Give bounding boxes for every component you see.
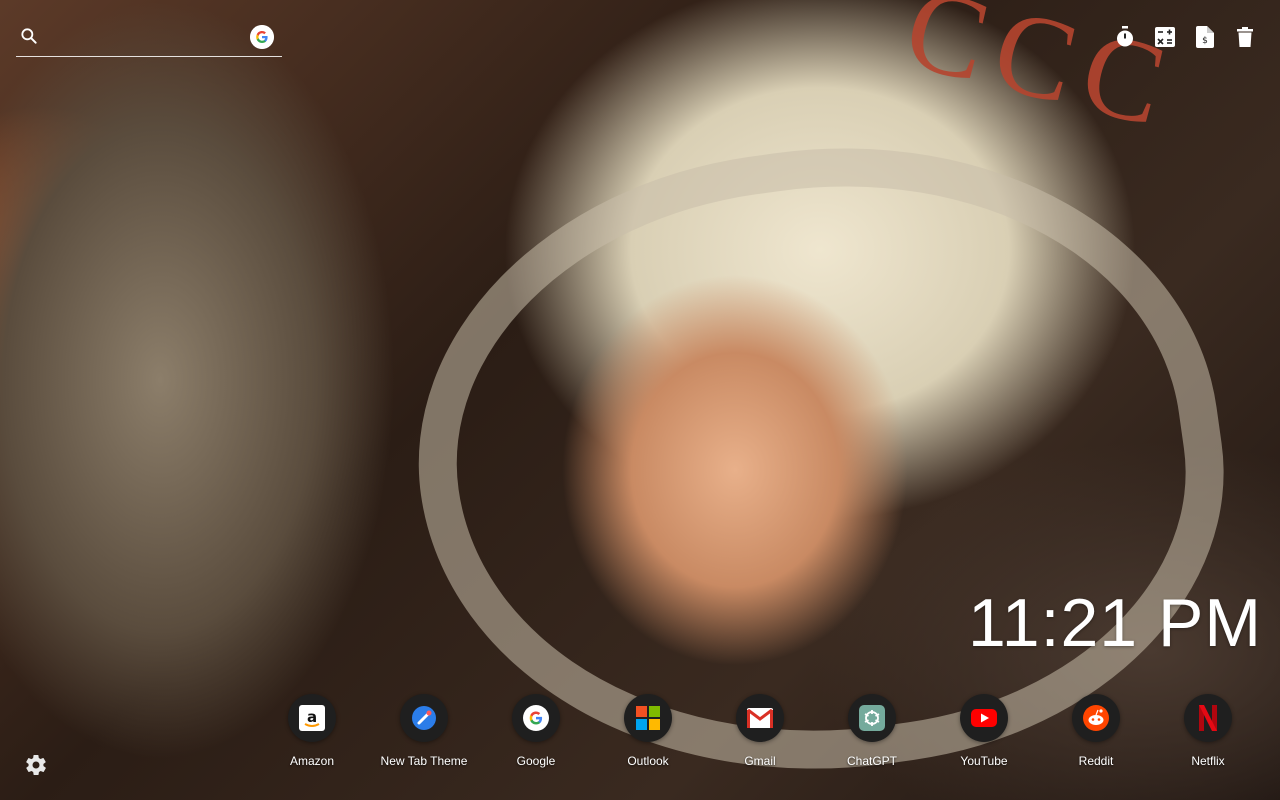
amazon-icon: a bbox=[299, 705, 325, 731]
shortcut-circle bbox=[400, 694, 448, 742]
shortcut-circle: a bbox=[288, 694, 336, 742]
shortcuts-dock: a Amazon New Tab Theme Google Outlook Gm… bbox=[256, 694, 1264, 768]
calculator-button[interactable] bbox=[1154, 24, 1176, 50]
shortcut-label: Gmail bbox=[744, 754, 776, 768]
netflix-icon bbox=[1199, 705, 1217, 731]
microsoft-icon bbox=[636, 706, 660, 730]
youtube-icon bbox=[971, 709, 997, 727]
clock: 11:21 PM bbox=[967, 585, 1262, 661]
shortcut-gmail[interactable]: Gmail bbox=[704, 694, 816, 768]
svg-text:a: a bbox=[307, 708, 317, 726]
trash-icon bbox=[1237, 27, 1253, 47]
shortcut-chatgpt[interactable]: ChatGPT bbox=[816, 694, 928, 768]
shortcut-label: Reddit bbox=[1078, 754, 1114, 768]
document-icon: $ bbox=[1196, 26, 1214, 48]
search-input[interactable] bbox=[48, 24, 242, 52]
shortcut-google[interactable]: Google bbox=[480, 694, 592, 768]
shortcut-label: ChatGPT bbox=[846, 754, 897, 768]
document-button[interactable]: $ bbox=[1194, 24, 1216, 50]
search-icon[interactable] bbox=[19, 26, 39, 46]
top-toolbar: $ bbox=[1114, 24, 1256, 50]
google-icon[interactable] bbox=[250, 25, 274, 49]
shortcut-circle bbox=[1072, 694, 1120, 742]
shortcut-circle bbox=[736, 694, 784, 742]
shortcut-circle bbox=[960, 694, 1008, 742]
calculator-icon bbox=[1155, 27, 1175, 47]
chatgpt-icon bbox=[859, 705, 885, 731]
shortcut-label: Google bbox=[516, 754, 556, 768]
shortcut-outlook[interactable]: Outlook bbox=[592, 694, 704, 768]
shortcut-new-tab-theme[interactable]: New Tab Theme bbox=[368, 694, 480, 768]
shortcut-label: New Tab Theme bbox=[380, 754, 468, 768]
shortcut-netflix[interactable]: Netflix bbox=[1152, 694, 1264, 768]
shortcut-label: Outlook bbox=[627, 754, 669, 768]
shortcut-circle bbox=[1184, 694, 1232, 742]
shortcut-youtube[interactable]: YouTube bbox=[928, 694, 1040, 768]
svg-text:$: $ bbox=[1202, 36, 1208, 46]
google-icon bbox=[523, 705, 549, 731]
shortcut-label: Amazon bbox=[289, 754, 335, 768]
stopwatch-button[interactable] bbox=[1114, 24, 1136, 50]
shortcut-label: YouTube bbox=[960, 754, 1008, 768]
gmail-icon bbox=[747, 708, 773, 728]
stopwatch-icon bbox=[1117, 26, 1133, 47]
gear-icon[interactable] bbox=[24, 753, 48, 777]
search-bar[interactable] bbox=[16, 22, 282, 57]
shortcut-reddit[interactable]: Reddit bbox=[1040, 694, 1152, 768]
shortcut-circle bbox=[512, 694, 560, 742]
shortcut-label: Netflix bbox=[1191, 754, 1225, 768]
shortcut-circle bbox=[624, 694, 672, 742]
shortcut-circle bbox=[848, 694, 896, 742]
trash-button[interactable] bbox=[1234, 24, 1256, 50]
new-tab-theme-icon bbox=[412, 706, 436, 730]
wallpaper-background: CCC bbox=[0, 0, 1280, 800]
shortcut-amazon[interactable]: a Amazon bbox=[256, 694, 368, 768]
reddit-icon bbox=[1083, 705, 1109, 731]
